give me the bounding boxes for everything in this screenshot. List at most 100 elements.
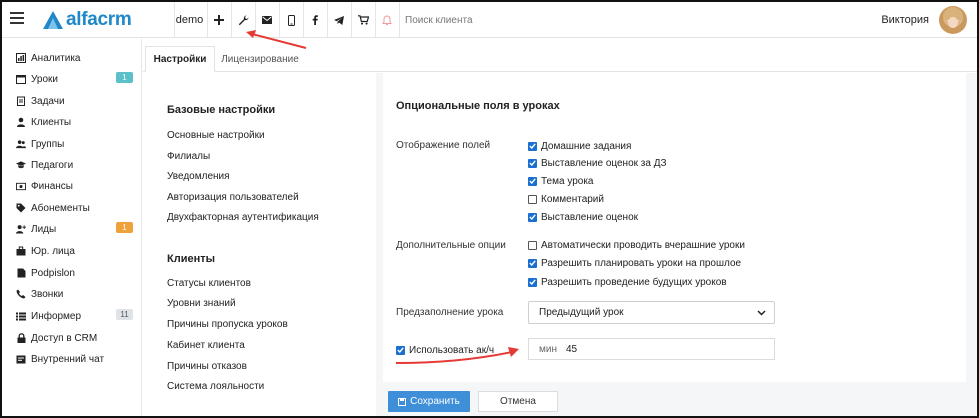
menu-item-client-cabinet[interactable]: Кабинет клиента bbox=[167, 340, 245, 351]
settings-menu: Базовые настройки Основные настройки Фил… bbox=[143, 73, 376, 416]
checkbox-checked-icon bbox=[528, 277, 537, 287]
checkbox-checked-icon bbox=[528, 141, 537, 151]
checkbox-checked-icon bbox=[528, 176, 537, 186]
user-icon bbox=[16, 117, 26, 127]
menu-icon[interactable] bbox=[10, 12, 24, 24]
display-option-checkbox[interactable]: Выставление оценок bbox=[528, 211, 638, 223]
file-icon bbox=[16, 268, 26, 278]
display-option-checkbox[interactable]: Тема урока bbox=[528, 175, 594, 187]
avatar[interactable] bbox=[939, 6, 967, 34]
sidebar-item[interactable]: Доступ в CRM bbox=[16, 331, 136, 345]
display-option-label: Тема урока bbox=[541, 175, 594, 187]
sidebar-item-label: Лиды bbox=[31, 223, 57, 235]
settings-panel: Опциональные поля в уроках Отображение п… bbox=[376, 73, 977, 416]
menu-item-client-statuses[interactable]: Статусы клиентов bbox=[167, 278, 251, 289]
sidebar-item[interactable]: Podpislon bbox=[16, 266, 136, 280]
sidebar-item[interactable]: Задачи bbox=[16, 94, 136, 108]
menu-item-absence-reasons[interactable]: Причины пропуска уроков bbox=[167, 319, 288, 330]
menu-item-knowledge-levels[interactable]: Уровни знаний bbox=[167, 298, 236, 309]
menu-item-notifications[interactable]: Уведомления bbox=[167, 171, 230, 182]
sidebar-item[interactable]: Уроки 1 bbox=[16, 72, 136, 86]
checkbox-checked-icon bbox=[396, 345, 405, 355]
sidebar-item-label: Абонементы bbox=[31, 202, 90, 214]
checkbox-checked-icon bbox=[528, 258, 537, 268]
account-switcher[interactable]: demo bbox=[174, 2, 206, 38]
sidebar-item-label: Звонки bbox=[31, 288, 64, 300]
floppy-disk-icon bbox=[398, 397, 407, 406]
extra-option-label: Разрешить проведение будущих уроков bbox=[541, 276, 727, 288]
sidebar-item[interactable]: Абонементы bbox=[16, 201, 136, 215]
tab-settings[interactable]: Настройки bbox=[145, 46, 215, 72]
notifications-button[interactable] bbox=[375, 2, 399, 38]
cancel-button[interactable]: Отмена bbox=[478, 391, 558, 412]
list-icon bbox=[16, 311, 26, 321]
mail-button[interactable] bbox=[255, 2, 279, 38]
phone-sms-button[interactable] bbox=[279, 2, 303, 38]
extra-option-checkbox[interactable]: Разрешить проведение будущих уроков bbox=[528, 276, 727, 288]
menu-item-user-authorization[interactable]: Авторизация пользователей bbox=[167, 192, 299, 203]
sidebar-item-label: Внутренний чат bbox=[31, 353, 105, 365]
sidebar-item[interactable]: Юр. лица bbox=[16, 244, 136, 258]
sidebar-item[interactable]: Клиенты bbox=[16, 115, 136, 129]
academic-hour-input[interactable]: мин 45 bbox=[528, 338, 775, 360]
sidebar-item[interactable]: Группы bbox=[16, 137, 136, 151]
display-option-checkbox[interactable]: Домашние задания bbox=[528, 140, 631, 152]
calendar-icon bbox=[16, 74, 26, 84]
minutes-value: 45 bbox=[565, 343, 578, 355]
sidebar-item[interactable]: Внутренний чат bbox=[16, 352, 136, 366]
user-name[interactable]: Виктория bbox=[881, 2, 929, 38]
telegram-button[interactable] bbox=[327, 2, 351, 38]
envelope-icon bbox=[262, 16, 272, 24]
sidebar-item-label: Аналитика bbox=[31, 52, 81, 64]
panel-title: Опциональные поля в уроках bbox=[396, 100, 560, 112]
menu-item-main-settings[interactable]: Основные настройки bbox=[167, 130, 265, 141]
display-option-checkbox[interactable]: Выставление оценок за ДЗ bbox=[528, 157, 667, 169]
checkbox-checked-icon bbox=[528, 212, 537, 222]
count-badge: 11 bbox=[116, 309, 133, 320]
sidebar-item-label: Педагоги bbox=[31, 159, 74, 171]
search-placeholder: Поиск клиента bbox=[405, 14, 473, 26]
menu-item-branches[interactable]: Филиалы bbox=[167, 151, 210, 162]
sidebar-item-label: Финансы bbox=[31, 180, 73, 192]
mobile-icon bbox=[287, 14, 295, 26]
sidebar-item[interactable]: Финансы bbox=[16, 179, 136, 193]
count-badge: 1 bbox=[116, 222, 133, 233]
app-logo[interactable]: alfacrm bbox=[42, 9, 132, 31]
display-option-checkbox[interactable]: Комментарий bbox=[528, 193, 604, 205]
settings-button[interactable] bbox=[231, 2, 255, 38]
sidebar-item[interactable]: Аналитика bbox=[16, 51, 136, 65]
user-plus-icon bbox=[16, 224, 26, 234]
menu-item-two-factor-auth[interactable]: Двухфакторная аутентификация bbox=[167, 212, 319, 223]
tab-licensing[interactable]: Лицензирование bbox=[219, 46, 301, 72]
sidebar-item[interactable]: Педагоги bbox=[16, 158, 136, 172]
extra-option-checkbox[interactable]: Автоматически проводить вчерашние уроки bbox=[528, 239, 745, 251]
app-window: alfacrm demo Поиск клиента Виктория Анал… bbox=[0, 0, 979, 418]
save-button[interactable]: Сохранить bbox=[388, 391, 470, 412]
prefill-select[interactable]: Предыдущий урок bbox=[528, 301, 775, 324]
add-button[interactable] bbox=[207, 2, 231, 38]
logo-icon bbox=[43, 11, 63, 29]
chat-icon bbox=[16, 354, 26, 364]
menu-item-loyalty-system[interactable]: Система лояльности bbox=[167, 381, 264, 392]
sidebar-item[interactable]: Лиды 1 bbox=[16, 222, 136, 236]
minutes-unit: мин bbox=[539, 343, 557, 355]
briefcase-icon bbox=[16, 246, 26, 256]
save-label: Сохранить bbox=[410, 396, 460, 407]
sidebar-item-label: Podpislon bbox=[31, 267, 75, 279]
client-search-input[interactable]: Поиск клиента bbox=[400, 2, 800, 38]
extra-option-label: Разрешить планировать уроки на прошлое bbox=[541, 257, 742, 269]
cart-icon bbox=[357, 15, 369, 25]
sidebar-item-label: Задачи bbox=[31, 95, 65, 107]
facebook-icon bbox=[312, 15, 318, 25]
sidebar-item[interactable]: Звонки bbox=[16, 287, 136, 301]
money-icon bbox=[16, 181, 26, 191]
chevron-down-icon bbox=[757, 310, 766, 316]
sidebar: Аналитика Уроки 1 Задачи Клиенты Группы Педаго… bbox=[2, 39, 142, 416]
menu-item-refusal-reasons[interactable]: Причины отказов bbox=[167, 361, 247, 372]
extra-option-checkbox[interactable]: Разрешить планировать уроки на прошлое bbox=[528, 257, 741, 269]
phone-icon bbox=[16, 289, 26, 299]
shop-button[interactable] bbox=[351, 2, 375, 38]
academic-hour-checkbox[interactable]: Использовать ак/ч bbox=[396, 344, 494, 356]
facebook-button[interactable] bbox=[303, 2, 327, 38]
sidebar-item[interactable]: Информер 11 bbox=[16, 309, 136, 323]
